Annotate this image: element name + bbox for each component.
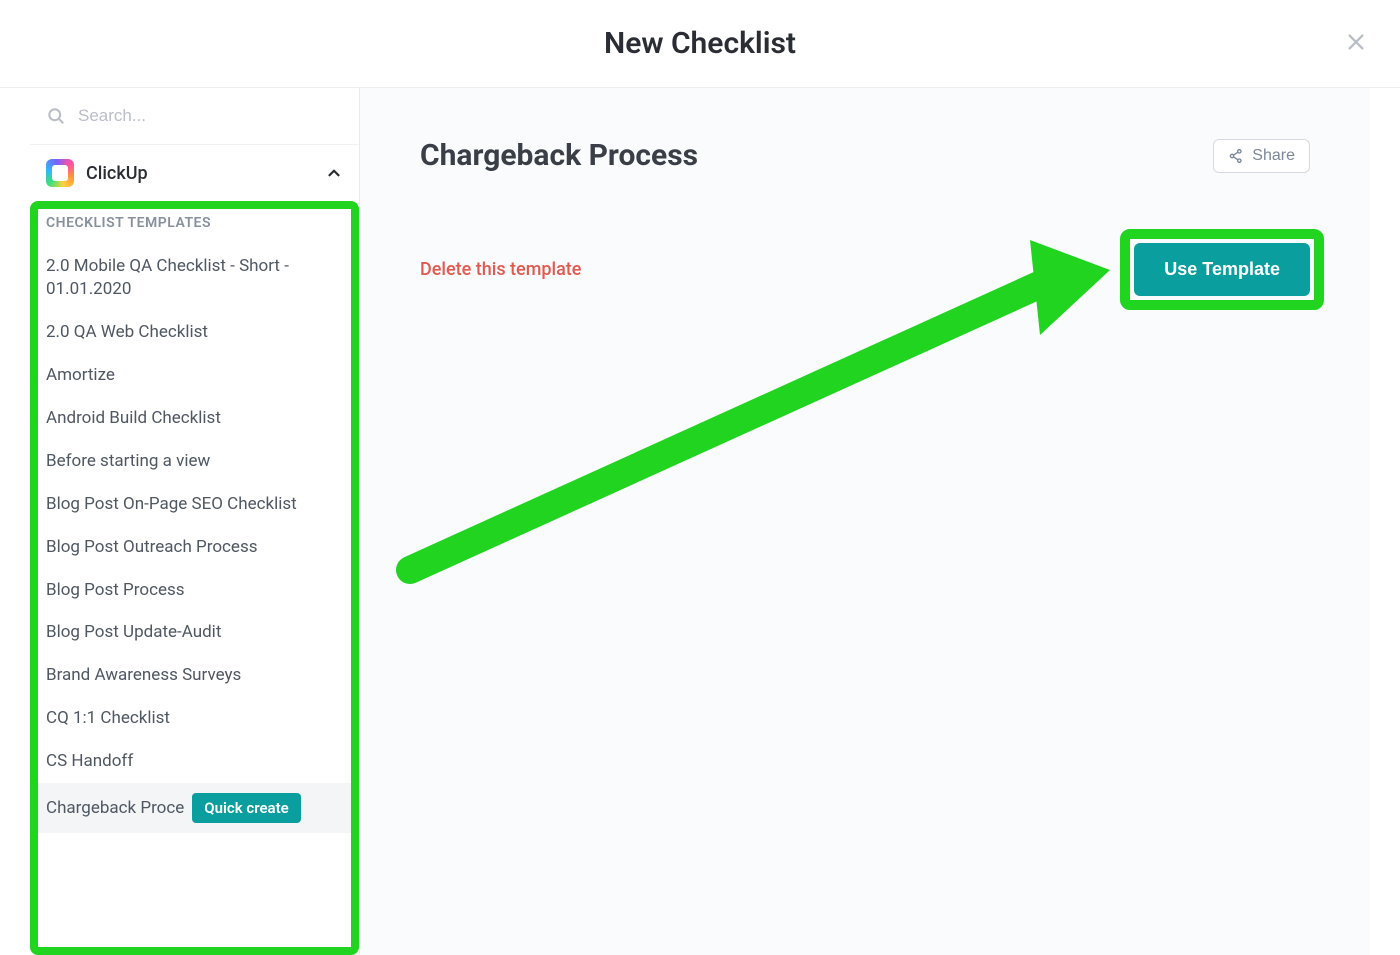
workspace-name: ClickUp: [86, 163, 313, 184]
title-row: Chargeback Process Share: [420, 138, 1310, 173]
modal-title: New Checklist: [604, 26, 796, 61]
section-header: CHECKLIST TEMPLATES: [46, 215, 343, 231]
template-item[interactable]: 2.0 QA Web Checklist: [46, 311, 343, 354]
template-item[interactable]: Android Build Checklist: [46, 397, 343, 440]
close-icon: [1345, 31, 1367, 53]
clickup-logo-icon: [46, 159, 74, 187]
template-item[interactable]: Blog Post Update-Audit: [46, 611, 343, 654]
template-item[interactable]: Brand Awareness Surveys: [46, 654, 343, 697]
template-item[interactable]: Blog Post Process: [46, 569, 343, 612]
templates-list: CHECKLIST TEMPLATES 2.0 Mobile QA Checkl…: [30, 201, 359, 955]
chevron-up-icon: [325, 164, 343, 182]
templates-section: CHECKLIST TEMPLATES 2.0 Mobile QA Checkl…: [30, 201, 359, 955]
action-row: Delete this template Use Template: [420, 243, 1310, 296]
workspace-toggle[interactable]: ClickUp: [30, 145, 359, 201]
delete-template-link[interactable]: Delete this template: [420, 259, 581, 280]
template-item-label: Chargeback Proce: [46, 797, 184, 820]
template-item[interactable]: CQ 1:1 Checklist: [46, 697, 343, 740]
share-icon: [1228, 148, 1244, 164]
search-row[interactable]: [30, 88, 359, 145]
close-button[interactable]: [1342, 28, 1370, 56]
template-item[interactable]: Blog Post On-Page SEO Checklist: [46, 483, 343, 526]
use-template-button[interactable]: Use Template: [1134, 243, 1310, 296]
modal-body: ClickUp CHECKLIST TEMPLATES 2.0 Mobile Q…: [30, 88, 1370, 955]
template-item[interactable]: CS Handoff: [46, 740, 343, 783]
search-input[interactable]: [78, 106, 343, 126]
use-template-wrap: Use Template: [1134, 243, 1310, 296]
share-label: Share: [1252, 147, 1295, 165]
template-item[interactable]: Blog Post Outreach Process: [46, 526, 343, 569]
quick-create-button[interactable]: Quick create: [192, 793, 300, 823]
template-item-selected[interactable]: Chargeback Proce Quick create: [30, 783, 359, 833]
template-item[interactable]: 2.0 Mobile QA Checklist - Short - 01.01.…: [46, 245, 343, 311]
modal-header: New Checklist: [0, 0, 1400, 88]
sidebar: ClickUp CHECKLIST TEMPLATES 2.0 Mobile Q…: [30, 88, 360, 955]
share-button[interactable]: Share: [1213, 139, 1310, 173]
search-icon: [46, 106, 66, 126]
main-panel: Chargeback Process Share Delete this tem…: [360, 88, 1370, 955]
template-item[interactable]: Amortize: [46, 354, 343, 397]
template-title: Chargeback Process: [420, 138, 698, 173]
template-item[interactable]: Before starting a view: [46, 440, 343, 483]
